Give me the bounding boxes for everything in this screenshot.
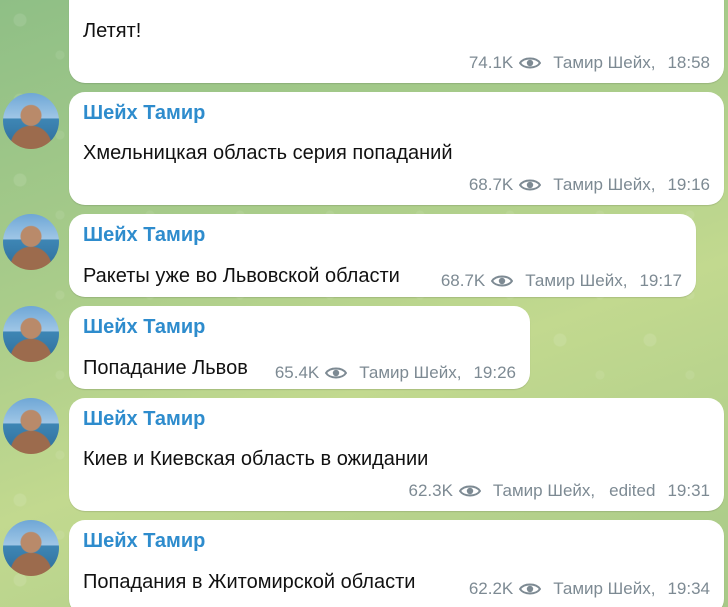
eye-icon — [519, 179, 542, 191]
channel-avatar[interactable] — [3, 93, 59, 149]
message-text: Киев и Киевская область в ожидании — [83, 448, 429, 470]
view-count: 68.7K — [440, 271, 486, 290]
eye-icon — [519, 57, 542, 69]
message-meta: 62.3K Тамир Шейх, edited 19:31 — [408, 481, 710, 501]
post-author: Тамир Шейх, — [492, 481, 596, 500]
channel-avatar[interactable] — [3, 398, 59, 454]
message-list[interactable]: Летят! 74.1K Тамир Шейх, 18:58 Шейх Тами… — [0, 0, 728, 607]
eye-icon — [491, 275, 514, 287]
post-author: Тамир Шейх, — [553, 175, 656, 194]
message-text: Попадание Львов — [83, 357, 248, 379]
view-count: 74.1K — [468, 53, 514, 72]
post-author: Тамир Шейх, — [553, 579, 656, 598]
sender-name[interactable]: Шейх Тамир — [83, 408, 205, 431]
message-time: 19:16 — [667, 175, 710, 194]
message-bubble[interactable]: Летят! 74.1K Тамир Шейх, 18:58 — [69, 0, 724, 83]
channel-avatar[interactable] — [3, 520, 59, 576]
message-bubble[interactable]: Шейх Тамир Попадания в Житомирской облас… — [69, 520, 724, 607]
eye-icon — [458, 485, 481, 497]
message-meta: 68.7K Тамир Шейх, 19:17 — [441, 271, 682, 291]
message-meta: 62.2K Тамир Шейх, 19:34 — [469, 579, 710, 599]
sender-name[interactable]: Шейх Тамир — [83, 102, 205, 125]
post-author: Тамир Шейх, — [553, 53, 656, 72]
sender-name[interactable]: Шейх Тамир — [83, 530, 205, 553]
sender-name[interactable]: Шейх Тамир — [83, 316, 205, 339]
post-author: Тамир Шейх, — [525, 271, 628, 290]
message-bubble[interactable]: Шейх Тамир Хмельницкая область серия поп… — [69, 92, 724, 205]
message-text: Попадания в Житомирской области — [83, 571, 416, 593]
view-count: 68.7K — [468, 175, 514, 194]
message-bubble[interactable]: Шейх Тамир Попадание Львов 65.4K Тамир Ш… — [69, 306, 530, 389]
message-bubble[interactable]: Шейх Тамир Ракеты уже во Львовской облас… — [69, 214, 696, 297]
channel-avatar[interactable] — [3, 214, 59, 270]
view-count: 62.3K — [408, 481, 453, 500]
message-meta: 68.7K Тамир Шейх, 19:16 — [469, 175, 710, 195]
eye-icon — [519, 583, 542, 595]
message-text: Ракеты уже во Львовской области — [83, 265, 400, 287]
message-time: 19:17 — [639, 271, 682, 290]
edited-label: edited — [609, 481, 656, 500]
view-count: 65.4K — [274, 363, 320, 382]
message-bubble[interactable]: Шейх Тамир Киев и Киевская область в ожи… — [69, 398, 724, 511]
message-meta: 65.4K Тамир Шейх, 19:26 — [275, 363, 516, 383]
post-author: Тамир Шейх, — [359, 363, 462, 382]
message-time: 19:34 — [667, 579, 710, 598]
view-count: 62.2K — [468, 579, 514, 598]
channel-avatar[interactable] — [3, 306, 59, 362]
message-time: 19:26 — [473, 363, 516, 382]
message-meta: 74.1K Тамир Шейх, 18:58 — [469, 53, 710, 73]
message-text: Летят! — [83, 20, 142, 42]
eye-icon — [325, 367, 348, 379]
message-text: Хмельницкая область серия попаданий — [83, 142, 453, 164]
message-time: 19:31 — [667, 481, 710, 500]
sender-name[interactable]: Шейх Тамир — [83, 224, 205, 247]
message-time: 18:58 — [667, 53, 710, 72]
